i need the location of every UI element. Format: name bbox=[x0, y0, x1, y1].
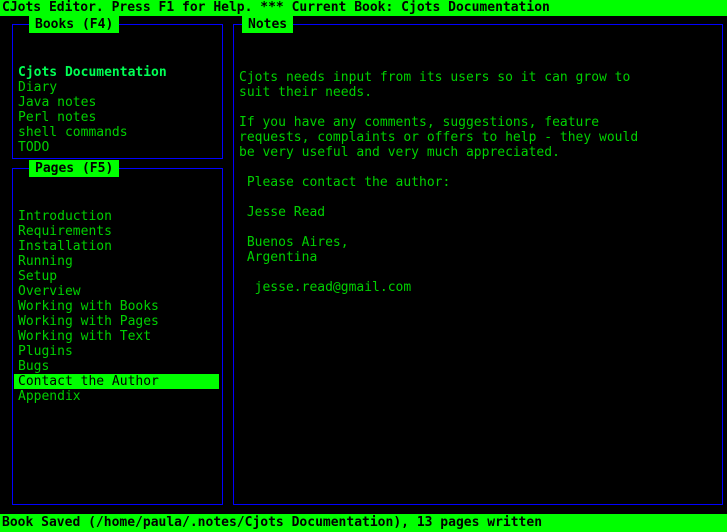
title-bar: CJots Editor. Press F1 for Help. *** Cur… bbox=[0, 0, 727, 16]
pages-list: Introduction Requirements Installation Runn… bbox=[14, 209, 221, 404]
pages-panel-body: Introduction Requirements Installation Runn… bbox=[14, 179, 221, 503]
page-list-item[interactable]: Working with Pages bbox=[14, 314, 221, 329]
books-list: Cjots Documentation Diary Java notes Perl n… bbox=[14, 65, 221, 155]
book-list-item[interactable]: Diary bbox=[14, 80, 221, 95]
note-line: jesse.read@gmail.com bbox=[239, 280, 412, 295]
page-list-item[interactable]: Requirements bbox=[14, 224, 221, 239]
page-list-item[interactable]: Appendix bbox=[14, 389, 221, 404]
page-list-item[interactable]: Plugins bbox=[14, 344, 221, 359]
book-list-item[interactable]: Cjots Documentation bbox=[14, 65, 221, 80]
status-bar: Book Saved (/home/paula/.notes/Cjots Doc… bbox=[0, 514, 727, 532]
page-list-item[interactable]: Working with Books bbox=[14, 299, 221, 314]
note-line bbox=[239, 190, 721, 205]
notes-text-area[interactable]: Cjots needs input from its users so it c… bbox=[235, 65, 721, 295]
books-panel-body: Cjots Documentation Diary Java notes Perl n… bbox=[14, 35, 221, 157]
notes-panel: Notes Cjots needs input from its users s… bbox=[233, 16, 723, 505]
note-line: If you have any comments, suggestions, f… bbox=[239, 115, 600, 130]
note-line bbox=[239, 100, 721, 115]
pages-panel: Pages (F5) Introduction Requirements Insta… bbox=[12, 160, 223, 505]
book-list-item[interactable]: Java notes bbox=[14, 95, 221, 110]
notes-panel-title[interactable]: Notes bbox=[242, 16, 294, 33]
books-panel: Books (F4) Cjots Documentation Diary Java … bbox=[12, 16, 223, 159]
pages-panel-title[interactable]: Pages (F5) bbox=[29, 160, 120, 177]
page-list-item[interactable]: Contact the Author bbox=[14, 374, 219, 389]
note-line: be very useful and very much appreciated… bbox=[239, 145, 560, 160]
note-line bbox=[239, 265, 721, 280]
book-list-item[interactable]: Perl notes bbox=[14, 110, 221, 125]
page-list-item[interactable]: Running bbox=[14, 254, 221, 269]
page-list-item[interactable]: Installation bbox=[14, 239, 221, 254]
books-panel-title[interactable]: Books (F4) bbox=[29, 16, 120, 33]
note-line bbox=[239, 220, 721, 235]
page-list-item[interactable]: Working with Text bbox=[14, 329, 221, 344]
note-line bbox=[239, 160, 721, 175]
book-list-item[interactable]: TODO bbox=[14, 140, 221, 155]
terminal-screen: CJots Editor. Press F1 for Help. *** Cur… bbox=[0, 0, 727, 532]
page-list-item[interactable]: Bugs bbox=[14, 359, 221, 374]
page-list-item[interactable]: Introduction bbox=[14, 209, 221, 224]
note-line: Buenos Aires, bbox=[239, 235, 349, 250]
book-list-item[interactable]: shell commands bbox=[14, 125, 221, 140]
note-line: Jesse Read bbox=[239, 205, 326, 220]
note-line: suit their needs. bbox=[239, 85, 373, 100]
note-line: Cjots needs input from its users so it c… bbox=[239, 70, 631, 85]
note-line: requests, complaints or offers to help -… bbox=[239, 130, 639, 145]
note-line: Please contact the author: bbox=[239, 175, 451, 190]
note-line: Argentina bbox=[239, 250, 318, 265]
notes-panel-body[interactable]: Cjots needs input from its users so it c… bbox=[235, 35, 721, 503]
page-list-item[interactable]: Setup bbox=[14, 269, 221, 284]
page-list-item[interactable]: Overview bbox=[14, 284, 221, 299]
